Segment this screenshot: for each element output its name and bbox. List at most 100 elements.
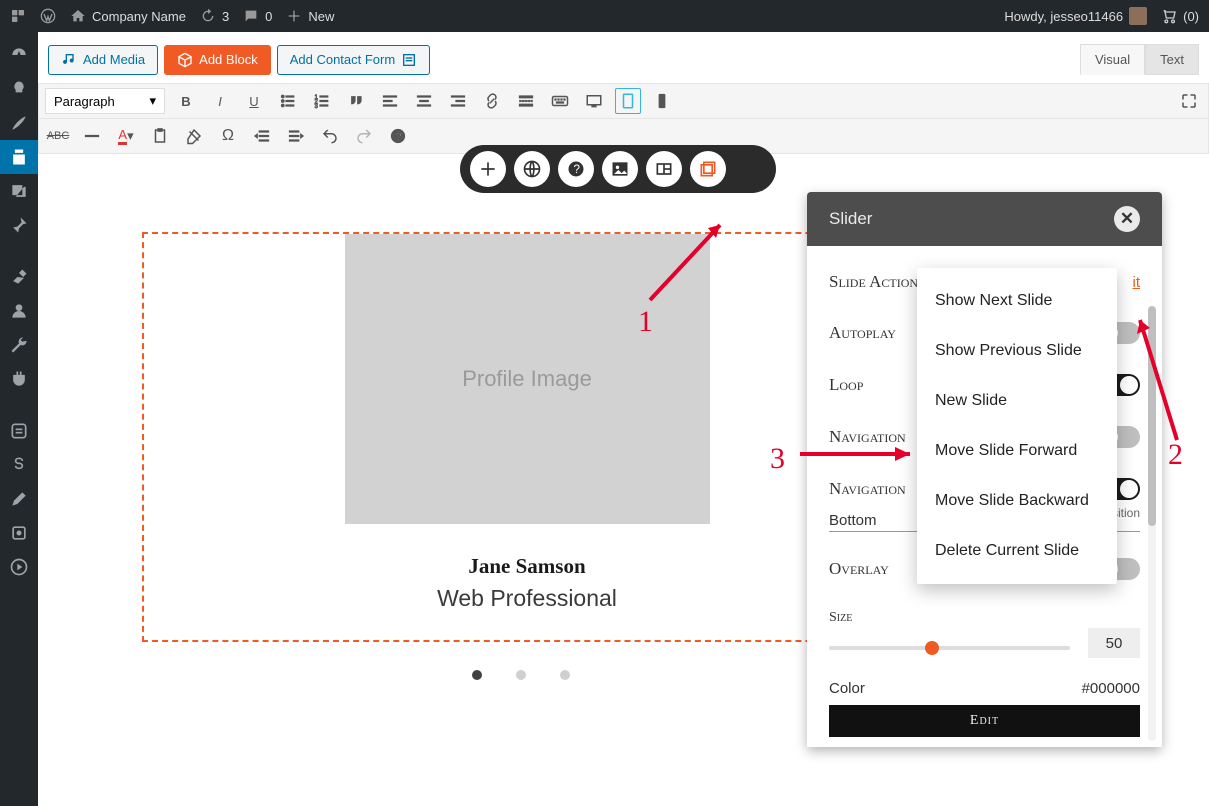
size-value[interactable]: 50	[1088, 628, 1140, 658]
brush-icon	[9, 113, 29, 133]
add-block-label: Add Block	[199, 52, 258, 67]
redo-button[interactable]	[351, 123, 377, 149]
dd-show-next[interactable]: Show Next Slide	[917, 276, 1117, 326]
sidebar-pages[interactable]	[0, 140, 38, 174]
more-button[interactable]	[513, 88, 539, 114]
globe-action[interactable]	[514, 151, 550, 187]
tab-visual[interactable]: Visual	[1080, 44, 1145, 75]
quote-button[interactable]	[343, 88, 369, 114]
omega-button[interactable]: Ω	[215, 123, 241, 149]
dd-new-slide[interactable]: New Slide	[917, 376, 1117, 426]
slider-block[interactable]: Profile Image Jane Samson Web Profession…	[142, 232, 912, 642]
new-label: New	[308, 9, 334, 24]
svg-text:3: 3	[315, 104, 319, 110]
ubuntu-icon[interactable]	[10, 8, 26, 24]
tablet-button[interactable]	[615, 88, 641, 114]
sidebar-tools[interactable]	[0, 328, 38, 362]
slide-action-edit-link[interactable]: it	[1133, 274, 1141, 291]
add-contact-button[interactable]: Add Contact Form	[277, 45, 431, 75]
format-select-label: Paragraph	[54, 94, 115, 109]
layout-action[interactable]	[646, 151, 682, 187]
dot-1[interactable]	[472, 670, 482, 680]
align-left-button[interactable]	[377, 88, 403, 114]
cart-link[interactable]: (0)	[1161, 8, 1199, 24]
paste-button[interactable]	[147, 123, 173, 149]
keyboard-button[interactable]	[547, 88, 573, 114]
sidebar-play[interactable]	[0, 550, 38, 584]
sidebar-media[interactable]	[0, 174, 38, 208]
underline-button[interactable]: U	[241, 88, 267, 114]
size-label: Size	[829, 610, 1140, 626]
sidebar-pin[interactable]	[0, 208, 38, 242]
image-action[interactable]	[602, 151, 638, 187]
indent-button[interactable]	[283, 123, 309, 149]
number-list-button[interactable]: 123	[309, 88, 335, 114]
svg-text:?: ?	[396, 131, 402, 143]
align-right-button[interactable]	[445, 88, 471, 114]
mobile-button[interactable]	[649, 88, 675, 114]
add-media-button[interactable]: Add Media	[48, 45, 158, 75]
comments-link[interactable]: 0	[243, 8, 272, 24]
wordpress-icon[interactable]	[40, 8, 56, 24]
size-slider[interactable]	[829, 646, 1070, 650]
slide-action-dropdown: Show Next Slide Show Previous Slide New …	[917, 268, 1117, 584]
slider-action[interactable]	[690, 151, 726, 187]
sidebar-plugins[interactable]	[0, 362, 38, 396]
fullscreen-button[interactable]	[1176, 88, 1202, 114]
editor-toolbar-1: Paragraph ▾ B I U 123	[38, 83, 1209, 119]
updates-link[interactable]: 3	[200, 8, 229, 24]
tab-text[interactable]: Text	[1145, 44, 1199, 75]
site-link[interactable]: Company Name	[70, 8, 186, 24]
new-link[interactable]: New	[286, 8, 334, 24]
sidebar-seo[interactable]	[0, 448, 38, 482]
refresh-icon	[200, 8, 216, 24]
help-button[interactable]: ?	[385, 123, 411, 149]
strike-button[interactable]: ABC	[45, 123, 71, 149]
color-edit-button[interactable]: Edit	[829, 705, 1140, 737]
slide-action-label: Slide Action	[829, 272, 918, 292]
bulb-icon	[9, 79, 29, 99]
close-panel-button[interactable]: ✕	[1114, 206, 1140, 232]
admin-sidebar	[0, 32, 38, 806]
link-button[interactable]	[479, 88, 505, 114]
clear-button[interactable]	[181, 123, 207, 149]
paint-icon	[9, 267, 29, 287]
desktop-button[interactable]	[581, 88, 607, 114]
dd-show-prev[interactable]: Show Previous Slide	[917, 326, 1117, 376]
bullet-list-button[interactable]	[275, 88, 301, 114]
howdy-user[interactable]: Howdy, jesseo11466	[1004, 7, 1147, 25]
sidebar-pencil[interactable]	[0, 482, 38, 516]
dot-3[interactable]	[560, 670, 570, 680]
undo-button[interactable]	[317, 123, 343, 149]
comment-icon	[243, 8, 259, 24]
updates-count: 3	[222, 9, 229, 24]
italic-button[interactable]: I	[207, 88, 233, 114]
outdent-button[interactable]	[249, 123, 275, 149]
sidebar-dashboard[interactable]	[0, 38, 38, 72]
sidebar-brush[interactable]	[0, 106, 38, 140]
avatar	[1129, 7, 1147, 25]
dd-move-forward[interactable]: Move Slide Forward	[917, 426, 1117, 476]
hr-button[interactable]	[79, 123, 105, 149]
dot-2[interactable]	[516, 670, 526, 680]
align-center-button[interactable]	[411, 88, 437, 114]
sidebar-updates[interactable]	[0, 72, 38, 106]
help-action[interactable]: ?	[558, 151, 594, 187]
pencil-icon	[9, 489, 29, 509]
home-icon	[70, 8, 86, 24]
slide-role: Web Professional	[437, 585, 617, 612]
dd-move-backward[interactable]: Move Slide Backward	[917, 476, 1117, 526]
format-select[interactable]: Paragraph ▾	[45, 88, 165, 114]
sidebar-users[interactable]	[0, 294, 38, 328]
sidebar-settings2[interactable]	[0, 516, 38, 550]
sidebar-feedback[interactable]	[0, 414, 38, 448]
navigation2-label: Navigation	[829, 479, 906, 499]
dashboard-icon	[9, 45, 29, 65]
add-action[interactable]	[470, 151, 506, 187]
color-value: #000000	[1082, 680, 1140, 697]
sidebar-appearance[interactable]	[0, 260, 38, 294]
bold-button[interactable]: B	[173, 88, 199, 114]
add-block-button[interactable]: Add Block	[164, 45, 271, 75]
dd-delete[interactable]: Delete Current Slide	[917, 526, 1117, 576]
textcolor-button[interactable]: A ▾	[113, 123, 139, 149]
